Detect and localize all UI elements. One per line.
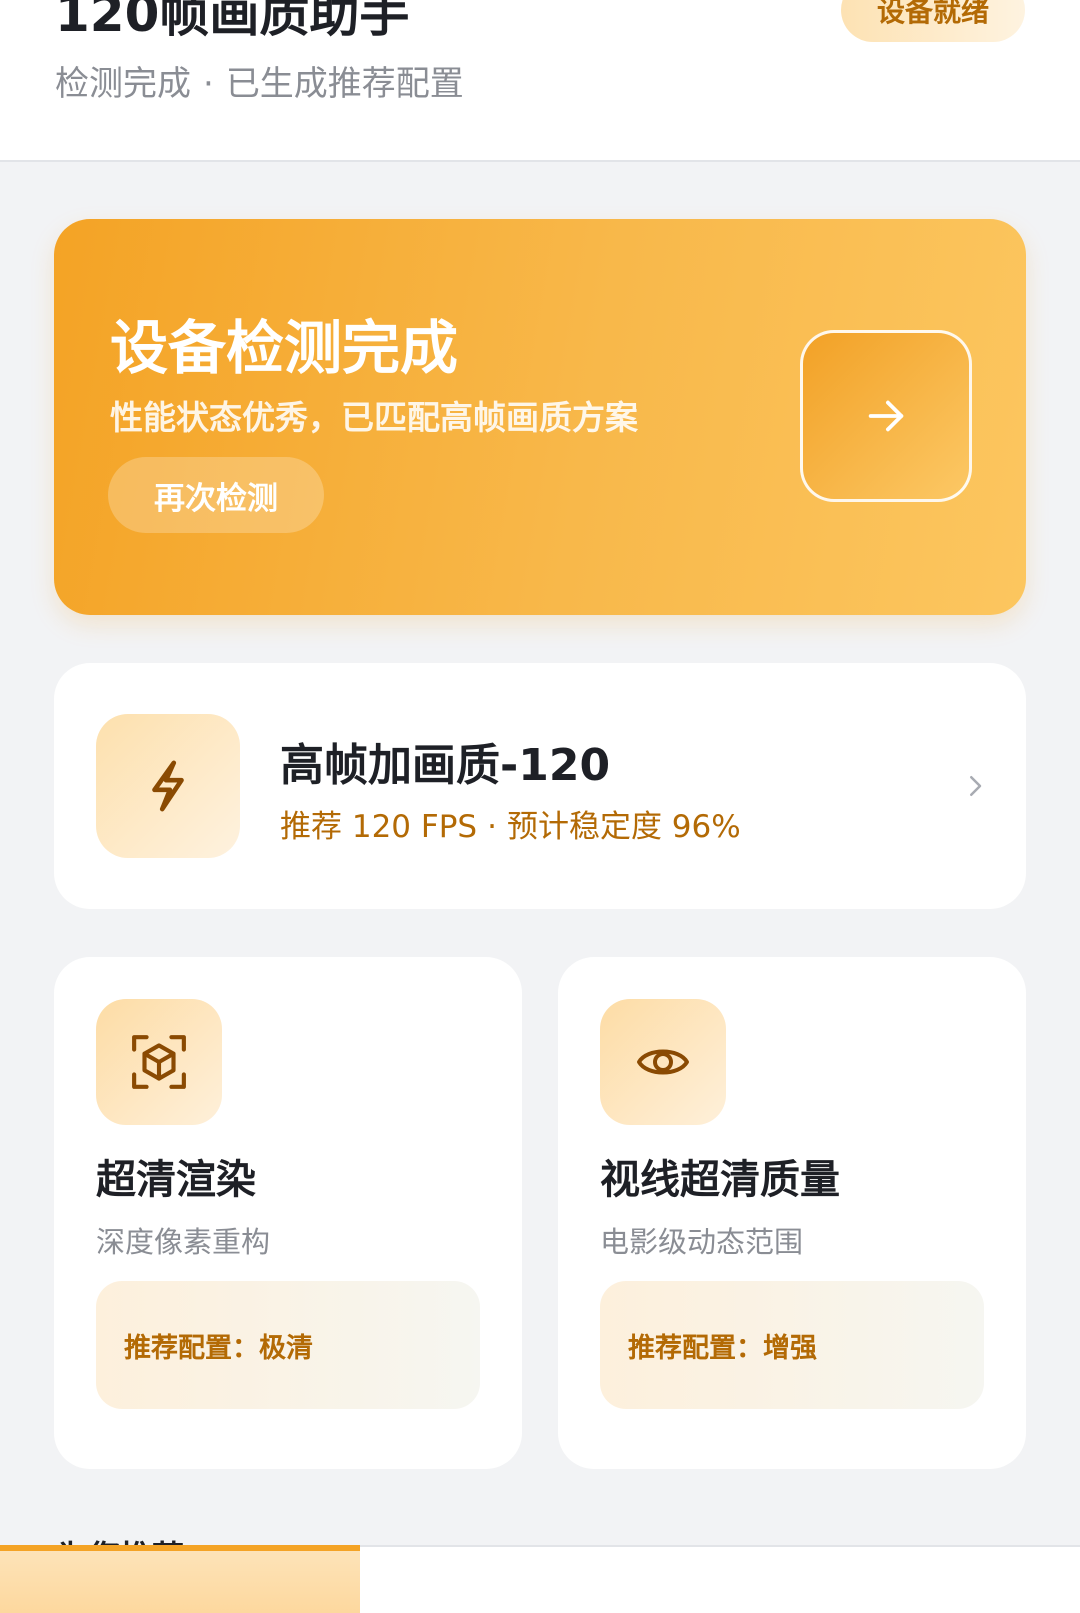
hero-arrow-button[interactable] — [800, 330, 972, 502]
detection-status: 检测完成 · 已生成推荐配置 — [55, 56, 464, 105]
feature-card-visual-quality[interactable]: 视线超清质量 电影级动态范围 推荐配置：增强 — [558, 957, 1026, 1469]
hero-description: 性能状态优秀，已匹配高帧画质方案 — [110, 398, 638, 437]
lightning-icon — [152, 760, 184, 812]
feature-icon-box — [600, 999, 726, 1125]
feature-description: 电影级动态范围 — [600, 1225, 804, 1259]
feature-card-ultra-render[interactable]: 超清渲染 深度像素重构 推荐配置：极清 — [54, 957, 522, 1469]
hero-title: 设备检测完成 — [110, 314, 459, 382]
feature-config-chip: 推荐配置：极清 — [96, 1281, 480, 1409]
stability-text: 预计稳定度 96% — [506, 809, 741, 845]
chevron-right-icon — [970, 776, 982, 796]
separator-dot: · — [203, 64, 214, 104]
profile-title: 高帧加画质-120 — [280, 740, 611, 791]
feature-title: 超清渲染 — [96, 1157, 256, 1203]
feature-description: 深度像素重构 — [96, 1225, 271, 1259]
arrow-right-icon — [868, 400, 904, 432]
cube-scan-icon — [132, 1035, 186, 1089]
app-screen: 120帧画质助手 检测完成 · 已生成推荐配置 设备就绪 设备检测完成 性能状态优秀… — [0, 0, 1080, 1613]
profile-subtitle: 推荐 120 FPS · 预计稳定度 96% — [280, 801, 741, 846]
fps-text: 推荐 120 FPS — [280, 809, 478, 845]
device-ready-badge: 设备就绪 — [841, 0, 1025, 42]
eye-icon — [637, 1049, 689, 1075]
app-header: 120帧画质助手 检测完成 · 已生成推荐配置 设备就绪 — [0, 0, 1080, 162]
bottom-tab-active[interactable] — [0, 1545, 360, 1613]
feature-title: 视线超清质量 — [600, 1157, 840, 1203]
status-detail: 已生成推荐配置 — [225, 64, 464, 104]
page-title: 120帧画质助手 — [55, 0, 410, 43]
profile-icon-box — [96, 714, 240, 858]
separator-dot: · — [487, 809, 497, 845]
status-text: 检测完成 — [55, 64, 191, 104]
recommended-profile-card[interactable]: 高帧加画质-120 推荐 120 FPS · 预计稳定度 96% — [54, 663, 1026, 909]
detection-complete-card: 设备检测完成 性能状态优秀，已匹配高帧画质方案 再次检测 — [54, 219, 1026, 615]
feature-icon-box — [96, 999, 222, 1125]
feature-config-chip: 推荐配置：增强 — [600, 1281, 984, 1409]
recheck-button[interactable]: 再次检测 — [108, 457, 324, 533]
